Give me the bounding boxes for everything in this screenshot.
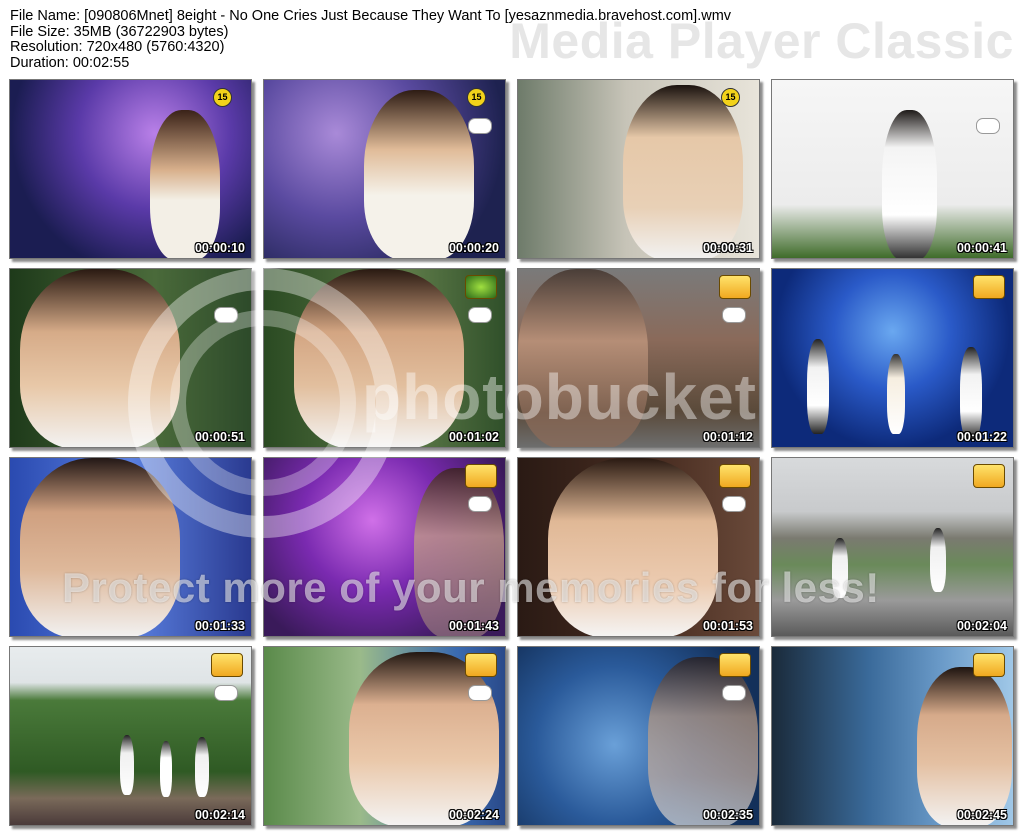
timestamp: 00:00:41 <box>956 241 1007 255</box>
channel-logo <box>465 275 497 299</box>
live-badge <box>468 685 492 701</box>
channel-logo <box>719 653 751 677</box>
timestamp: 00:01:02 <box>448 430 499 444</box>
channel-logo <box>719 275 751 299</box>
live-badge <box>214 685 238 701</box>
timestamp: 00:02:24 <box>448 808 499 822</box>
singer-figure <box>960 347 982 439</box>
timestamp: 00:02:45 <box>956 808 1007 822</box>
singer-figure <box>20 458 180 636</box>
live-badge <box>722 307 746 323</box>
timestamp: 00:01:53 <box>702 619 753 633</box>
thumbnail[interactable]: 15 00:00:31 <box>517 79 760 259</box>
thumbnail[interactable]: 00:02:24 <box>263 646 506 826</box>
singer-figure <box>930 528 946 592</box>
channel-logo <box>719 464 751 488</box>
live-badge <box>468 307 492 323</box>
timestamp: 00:01:43 <box>448 619 499 633</box>
timestamp: 00:01:12 <box>702 430 753 444</box>
thumbnail[interactable]: 00:02:45 <box>771 646 1014 826</box>
thumbnail[interactable]: 00:00:51 <box>9 268 252 448</box>
live-badge <box>722 685 746 701</box>
singer-figure <box>120 735 134 795</box>
singer-figure <box>887 354 905 434</box>
thumbnail[interactable]: 00:01:22 <box>771 268 1014 448</box>
thumbnail[interactable]: 00:01:12 <box>517 268 760 448</box>
singer-figure <box>648 657 758 825</box>
thumbnail[interactable]: 00:02:35 <box>517 646 760 826</box>
thumbnail[interactable]: 00:02:14 <box>9 646 252 826</box>
singer-figure <box>20 269 180 447</box>
singer-figure <box>917 667 1012 825</box>
singer-figure <box>195 737 209 797</box>
rating-badge: 15 <box>721 88 740 107</box>
timestamp: 00:01:22 <box>956 430 1007 444</box>
timestamp: 00:00:10 <box>194 241 245 255</box>
channel-logo <box>465 464 497 488</box>
timestamp: 00:00:20 <box>448 241 499 255</box>
thumbnail[interactable]: 00:02:04 <box>771 457 1014 637</box>
thumbnail[interactable]: 00:01:53 <box>517 457 760 637</box>
singer-figure <box>150 110 220 258</box>
singer-figure <box>294 269 464 447</box>
rating-badge: 15 <box>213 88 232 107</box>
channel-logo <box>973 275 1005 299</box>
singer-figure <box>364 90 474 258</box>
thumbnail-grid: 15 00:00:10 15 00:00:20 15 00:00:31 00:0… <box>9 79 1014 826</box>
channel-logo <box>973 653 1005 677</box>
channel-logo <box>211 653 243 677</box>
thumbnail[interactable]: 00:01:43 <box>263 457 506 637</box>
live-badge <box>722 496 746 512</box>
singer-figure <box>882 110 937 258</box>
singer-figure <box>518 269 648 447</box>
live-badge <box>468 118 492 134</box>
singer-figure <box>349 652 499 825</box>
thumbnail[interactable]: 00:00:41 <box>771 79 1014 259</box>
live-badge <box>214 307 238 323</box>
thumbnail[interactable]: 15 00:00:20 <box>263 79 506 259</box>
live-badge <box>468 496 492 512</box>
app-title-watermark: Media Player Classic <box>509 13 1014 69</box>
timestamp: 00:00:31 <box>702 241 753 255</box>
timestamp: 00:02:14 <box>194 808 245 822</box>
singer-figure <box>623 85 743 258</box>
singer-figure <box>160 741 172 797</box>
singer-figure <box>832 538 848 598</box>
timestamp: 00:02:04 <box>956 619 1007 633</box>
singer-figure <box>807 339 829 434</box>
thumbnail[interactable]: 15 00:00:10 <box>9 79 252 259</box>
channel-logo <box>973 464 1005 488</box>
thumbnail[interactable]: 00:01:02 <box>263 268 506 448</box>
channel-logo <box>465 653 497 677</box>
singer-figure <box>414 468 504 636</box>
live-badge <box>976 118 1000 134</box>
timestamp: 00:00:51 <box>194 430 245 444</box>
thumbnail[interactable]: 00:01:33 <box>9 457 252 637</box>
rating-badge: 15 <box>467 88 486 107</box>
singer-figure <box>548 458 718 636</box>
timestamp: 00:02:35 <box>702 808 753 822</box>
timestamp: 00:01:33 <box>194 619 245 633</box>
